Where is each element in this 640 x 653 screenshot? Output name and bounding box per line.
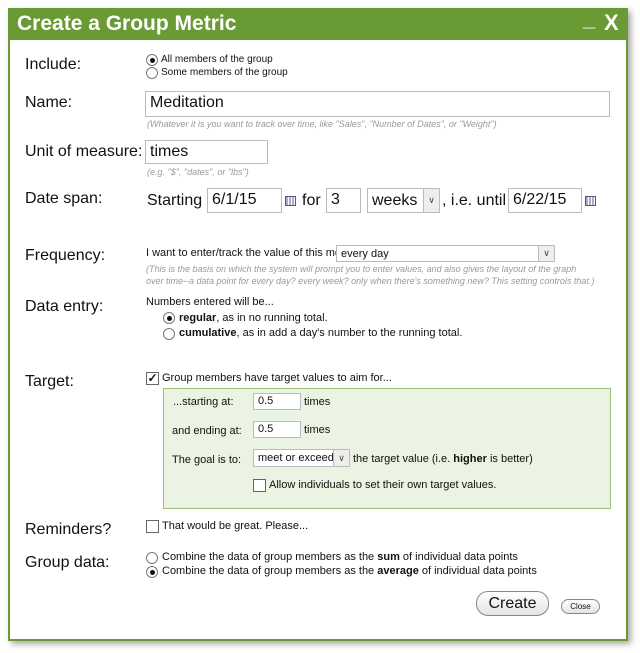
ending-at-label: and ending at: — [172, 425, 242, 437]
starting-text: Starting — [147, 192, 203, 209]
include-some-radio[interactable] — [146, 67, 158, 79]
date-span-label: Date span: — [25, 190, 103, 207]
goal-value: meet or exceed — [258, 452, 334, 464]
title-bar: Create a Group Metric _ X — [8, 6, 628, 40]
include-label: Include: — [25, 56, 82, 73]
average-radio[interactable] — [146, 566, 158, 578]
frequency-value: every day — [341, 248, 389, 260]
close-icon[interactable]: X — [604, 10, 619, 36]
group-data-label: Group data: — [25, 554, 110, 571]
reminders-checkbox-label: That would be great. Please... — [162, 520, 309, 532]
until-text: , i.e. until — [442, 192, 507, 209]
end-unit: times — [304, 424, 331, 436]
reminders-checkbox[interactable] — [146, 520, 159, 533]
dialog-title: Create a Group Metric — [17, 12, 237, 35]
duration-input[interactable]: 3 — [326, 188, 361, 213]
target-checkbox[interactable]: ✓ — [146, 372, 159, 385]
include-some-label: Some members of the group — [161, 67, 288, 78]
unit-hint: (e.g. "$", "dates", or "lbs") — [147, 167, 249, 177]
unit-input[interactable]: times — [145, 140, 268, 164]
period-value: weeks — [372, 192, 418, 209]
frequency-select[interactable]: every day ∨ — [336, 245, 555, 262]
sum-label: Combine the data of group members as the… — [162, 551, 518, 563]
regular-radio[interactable] — [163, 312, 175, 324]
target-label: Target: — [25, 373, 74, 390]
chevron-down-icon: ∨ — [538, 246, 554, 261]
goal-label: The goal is to: — [172, 454, 242, 466]
include-all-label: All members of the group — [161, 54, 273, 65]
unit-label: Unit of measure: — [25, 143, 143, 160]
allow-individual-targets-checkbox[interactable] — [253, 479, 266, 492]
calendar-icon[interactable] — [585, 196, 596, 206]
name-hint: (Whatever it is you want to track over t… — [147, 119, 497, 129]
calendar-icon[interactable] — [285, 196, 296, 206]
data-entry-intro: Numbers entered will be... — [146, 296, 274, 308]
period-select[interactable]: weeks ∨ — [367, 188, 440, 213]
start-date-input[interactable]: 6/1/15 — [207, 188, 282, 213]
target-start-input[interactable]: 0.5 — [253, 393, 301, 410]
target-end-input[interactable]: 0.5 — [253, 421, 301, 438]
goal-select[interactable]: meet or exceed ∨ — [253, 449, 350, 467]
for-text: for — [302, 192, 321, 209]
average-label: Combine the data of group members as the… — [162, 565, 537, 577]
frequency-prompt: I want to enter/track the value of this … — [146, 247, 356, 259]
data-entry-label: Data entry: — [25, 298, 104, 315]
target-checkbox-label: Group members have target values to aim … — [162, 372, 392, 384]
end-date-input[interactable]: 6/22/15 — [508, 188, 582, 213]
include-all-radio[interactable] — [146, 54, 158, 66]
start-unit: times — [304, 396, 331, 408]
cumulative-label: cumulative, as in add a day's number to … — [179, 327, 463, 339]
name-label: Name: — [25, 94, 73, 111]
frequency-label: Frequency: — [25, 247, 106, 264]
goal-description: the target value (i.e. higher is better) — [353, 453, 533, 465]
regular-label: regular, as in no running total. — [179, 312, 328, 324]
frequency-hint-1: (This is the basis on which the system w… — [146, 264, 577, 274]
close-button[interactable]: Close — [561, 599, 600, 614]
chevron-down-icon: ∨ — [423, 189, 439, 212]
name-input[interactable]: Meditation — [145, 91, 610, 117]
sum-radio[interactable] — [146, 552, 158, 564]
starting-at-label: ...starting at: — [173, 396, 234, 408]
create-button[interactable]: Create — [476, 591, 549, 616]
cumulative-radio[interactable] — [163, 328, 175, 340]
allow-individual-targets-label: Allow individuals to set their own targe… — [269, 479, 497, 491]
minimize-button[interactable]: _ — [583, 6, 595, 32]
chevron-down-icon: ∨ — [333, 450, 349, 466]
frequency-hint-2: over time--a data point for every day? e… — [146, 276, 595, 286]
reminders-label: Reminders? — [25, 521, 112, 538]
